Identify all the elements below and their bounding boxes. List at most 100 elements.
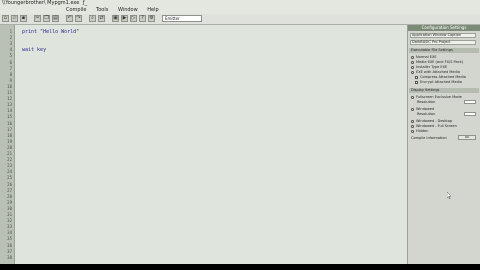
radio-icon <box>411 60 414 64</box>
checkbox-icon <box>415 80 418 84</box>
radio-icon <box>411 119 414 123</box>
menu-window[interactable]: Window <box>118 7 138 13</box>
line-number: 38 <box>7 254 12 260</box>
menu-tools[interactable]: Tools <box>96 7 108 13</box>
line-number: 24 <box>7 169 12 175</box>
line-number: 7 <box>9 65 12 71</box>
redo-icon[interactable]: ↷ <box>75 15 82 22</box>
display-option-windowed-fullscreen[interactable]: Windowed - Full Screen <box>411 124 457 128</box>
exe-option-normal[interactable]: Normal EXE <box>411 55 437 59</box>
line-number: 4 <box>9 47 12 53</box>
line-number: 8 <box>9 71 12 77</box>
line-number: 35 <box>7 236 12 242</box>
mouse-cursor-icon <box>447 192 451 199</box>
line-number: 28 <box>7 193 12 199</box>
line-number: 33 <box>7 224 12 230</box>
help-icon[interactable]: ? <box>139 15 146 22</box>
line-number: 12 <box>7 96 12 102</box>
save-icon[interactable]: ▪ <box>20 15 27 22</box>
caption-input[interactable]: DarkBASIC Pro Project <box>410 40 476 45</box>
line-number: 36 <box>7 242 12 248</box>
copy-icon[interactable]: ❐ <box>43 15 50 22</box>
compress-media-checkbox[interactable]: Compress Attached Media <box>415 75 466 79</box>
line-number: 3 <box>9 41 12 47</box>
line-number: 5 <box>9 53 12 59</box>
fullscreen-resolution-label: Resolution <box>417 100 436 104</box>
radio-icon <box>411 70 414 74</box>
undo-icon[interactable]: ↶ <box>66 15 73 22</box>
line-number: 16 <box>7 120 12 126</box>
exe-option-installer[interactable]: Installer Type EXE <box>411 65 447 69</box>
line-number: 19 <box>7 138 12 144</box>
radio-icon <box>411 95 414 99</box>
line-number: 15 <box>7 114 12 120</box>
radio-icon <box>411 55 414 59</box>
menu-bar: Compile Tools Window Help <box>0 7 480 14</box>
find-icon[interactable]: ⌕ <box>89 15 96 22</box>
exe-settings-section: Executable File Settings <box>409 48 479 53</box>
line-number: 32 <box>7 218 12 224</box>
code-line-1[interactable]: print "Hello World" <box>22 29 79 35</box>
toolbar: ▫ ▱ ▪ ✂ ❐ ▤ ↶ ↷ ⌕ ⇄ ▣ ▶ ▷ ? ⚙ Emitter <box>0 14 480 25</box>
line-number: 10 <box>7 83 12 89</box>
run-icon[interactable]: ▶ <box>121 15 128 22</box>
radio-icon <box>411 129 414 133</box>
line-number: 25 <box>7 175 12 181</box>
radio-icon <box>411 65 414 69</box>
line-number: 37 <box>7 248 12 254</box>
line-number: 27 <box>7 187 12 193</box>
windowed-resolution-input[interactable] <box>464 112 476 116</box>
build-mode-select[interactable]: Emitter <box>162 15 202 22</box>
code-editor[interactable]: 1 2 3 4 5 6 7 8 9 10 11 12 13 14 15 16 17 18 19 20 21 22 23 24 2… <box>0 25 408 264</box>
exe-option-attached[interactable]: EXE with Attached Media <box>411 70 460 74</box>
caption-label: Application Window Caption <box>410 33 476 38</box>
line-number: 13 <box>7 102 12 108</box>
line-number: 6 <box>9 59 12 65</box>
line-number: 9 <box>9 77 12 83</box>
line-number: 30 <box>7 205 12 211</box>
code-line-3[interactable]: wait key <box>22 47 46 53</box>
menu-help[interactable]: Help <box>147 7 158 13</box>
ok-button[interactable]: OK <box>458 135 476 140</box>
line-number: 17 <box>7 126 12 132</box>
cut-icon[interactable]: ✂ <box>34 15 41 22</box>
replace-icon[interactable]: ⇄ <box>98 15 105 22</box>
panel-header: Configuration Settings <box>408 25 480 31</box>
line-number: 23 <box>7 163 12 169</box>
line-number: 18 <box>7 132 12 138</box>
line-number: 22 <box>7 157 12 163</box>
project-settings-panel: Configuration Settings Application Windo… <box>408 25 480 264</box>
encrypt-media-checkbox[interactable]: Encrypt Attached Media <box>415 80 462 84</box>
window-title: \\Youngerbrother\ Mypgm1.exe <box>2 0 80 6</box>
fullscreen-resolution-input[interactable] <box>464 100 476 104</box>
display-option-fullscreen[interactable]: Fullscreen Exclusive Mode <box>411 95 462 99</box>
line-number: 34 <box>7 230 12 236</box>
new-file-icon[interactable]: ▫ <box>2 15 9 22</box>
line-number: 14 <box>7 108 12 114</box>
open-folder-icon[interactable]: ▱ <box>11 15 18 22</box>
line-number: 26 <box>7 181 12 187</box>
display-option-windowed[interactable]: Windowed <box>411 107 434 111</box>
checkbox-icon <box>415 75 418 79</box>
menu-compile[interactable]: Compile <box>66 7 86 13</box>
compile-info-label: Compile Information <box>411 136 447 140</box>
line-number: 11 <box>7 90 12 95</box>
step-icon[interactable]: ▷ <box>130 15 137 22</box>
line-number-gutter: 1 2 3 4 5 6 7 8 9 10 11 12 13 14 15 16 17 18 19 20 21 22 23 24 2… <box>0 25 15 264</box>
compile-icon[interactable]: ▣ <box>112 15 119 22</box>
line-number: 2 <box>9 35 12 41</box>
radio-icon <box>411 107 414 111</box>
display-option-hidden[interactable]: Hidden <box>411 129 428 133</box>
paste-icon[interactable]: ▤ <box>52 15 59 22</box>
ide-window: \\Youngerbrother\ Mypgm1.exe ƒ_ Compile … <box>0 0 480 264</box>
display-option-windowed-desktop[interactable]: Windowed - Desktop <box>411 119 452 123</box>
title-bar: \\Youngerbrother\ Mypgm1.exe ƒ_ <box>0 0 480 7</box>
display-settings-section: Display Settings <box>409 88 479 93</box>
radio-icon <box>411 124 414 128</box>
settings-icon[interactable]: ⚙ <box>148 15 155 22</box>
exe-option-media[interactable]: Media EXE (and FX/S Pack) <box>411 60 463 64</box>
line-number: 21 <box>7 151 12 156</box>
windowed-resolution-label: Resolution <box>417 112 436 116</box>
line-number: 29 <box>7 199 12 205</box>
window-title-suffix: ƒ_ <box>82 0 88 6</box>
